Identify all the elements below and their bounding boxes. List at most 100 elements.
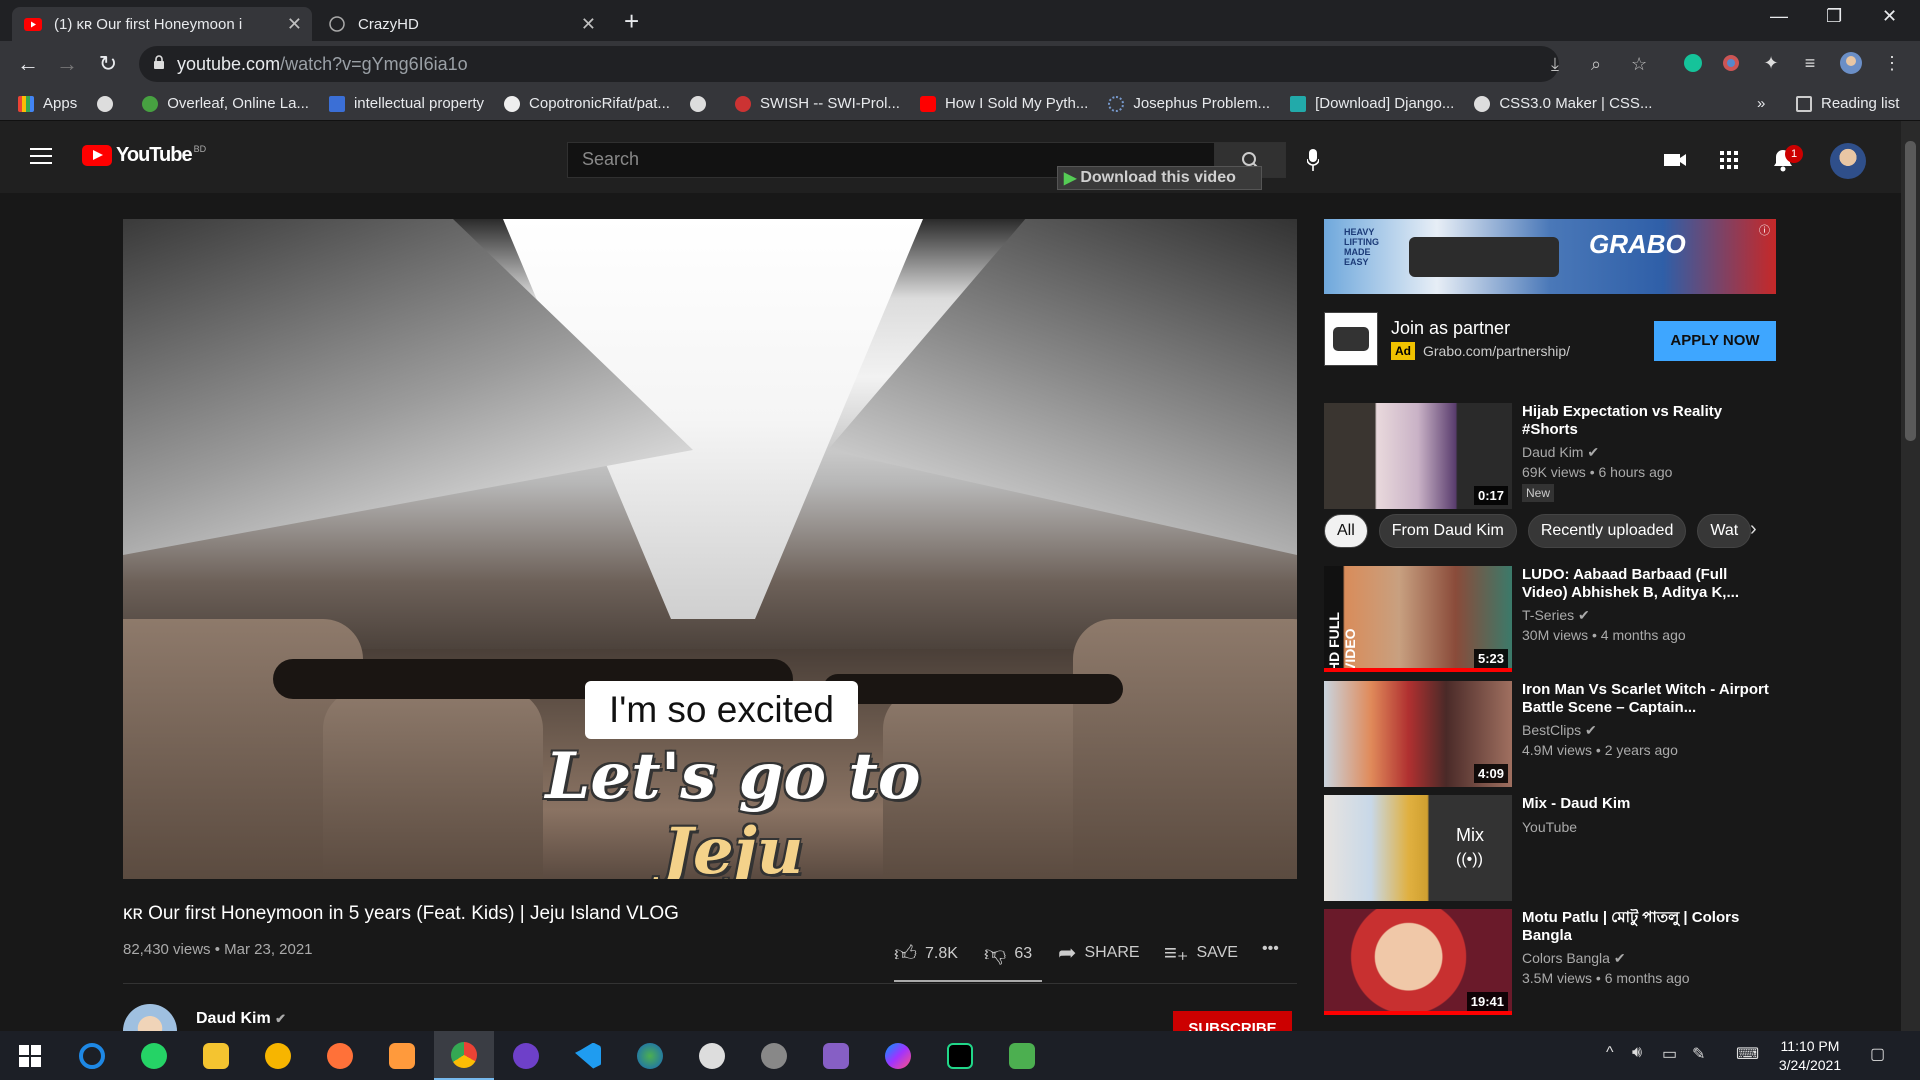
taskbar-app[interactable] [744, 1031, 804, 1080]
taskbar-app[interactable] [248, 1031, 308, 1080]
more-actions-button[interactable]: ••• [1262, 940, 1279, 958]
pen-icon[interactable]: ✎ [1692, 1044, 1705, 1064]
like-button[interactable]: 👍︎ 7.8K [894, 940, 958, 967]
tab-youtube[interactable]: (1) ᴋʀ Our first Honeymoon i ✕ [12, 7, 312, 41]
whatsapp-icon [141, 1042, 167, 1069]
taskbar-app[interactable] [372, 1031, 432, 1080]
zoom-icon[interactable]: ⌕ [1591, 54, 1601, 75]
chip-from-daud-kim[interactable]: From Daud Kim [1378, 514, 1517, 548]
extension-icon[interactable] [1719, 51, 1743, 75]
system-clock[interactable]: 11:10 PM 3/24/2021 [1770, 1037, 1850, 1075]
globe-icon [1474, 95, 1491, 112]
menu-icon[interactable] [30, 148, 52, 169]
globe-icon [328, 15, 346, 33]
ad-banner-image[interactable]: HEAVY LIFTING MADE EASY GRABO ⓘ [1324, 219, 1776, 294]
download-video-button[interactable]: ▶ Download this video [1057, 166, 1262, 190]
grammarly-extension-icon[interactable] [1681, 51, 1705, 75]
bookmark-intellectual-property[interactable]: intellectual property [328, 95, 484, 112]
page-scrollbar[interactable] [1901, 121, 1920, 1031]
video-player[interactable]: I'm so excited Let's go to Jeju [123, 219, 1297, 879]
network-icon[interactable]: ▭ [1662, 1044, 1677, 1064]
taskbar-app[interactable] [868, 1031, 928, 1080]
address-bar[interactable]: youtube.com/watch?v=gYmg6I6ia1o ⤓ ⌕ ☆ [139, 46, 1647, 82]
ad-url: Grabo.com/partnership/ [1423, 343, 1571, 359]
taskbar-app[interactable] [930, 1031, 990, 1080]
close-tab-icon[interactable]: ✕ [287, 14, 302, 35]
taskbar-app[interactable] [620, 1031, 680, 1080]
taskbar-app[interactable] [558, 1031, 618, 1080]
volume-icon[interactable]: 🔊︎ [1632, 1044, 1642, 1062]
tab-crazyhd[interactable]: CrazyHD ✕ [316, 7, 606, 41]
taskbar-app-chrome[interactable] [434, 1031, 494, 1080]
show-hidden-icons-icon[interactable]: ^ [1606, 1044, 1614, 1062]
new-tab-icon[interactable]: + [624, 6, 639, 37]
notification-center-icon[interactable]: ▢ [1870, 1044, 1885, 1064]
globe-icon [689, 95, 706, 112]
bookmark-star-icon[interactable]: ☆ [1631, 54, 1647, 75]
back-icon[interactable]: ← [14, 51, 42, 77]
chevron-right-icon[interactable]: › [1750, 518, 1757, 541]
bookmark-globe-2[interactable] [689, 95, 715, 112]
start-button[interactable] [0, 1031, 60, 1080]
bookmark-josephus[interactable]: Josephus Problem... [1108, 95, 1270, 112]
reload-icon[interactable]: ↻ [94, 51, 122, 77]
apps-grid-icon[interactable] [1716, 147, 1742, 173]
pycharm-icon [947, 1042, 973, 1069]
bookmark-globe[interactable] [97, 95, 122, 112]
share-button[interactable]: ➦ SHARE [1058, 940, 1140, 966]
recommended-video[interactable]: 4:09 Iron Man Vs Scarlet Witch - Airport… [1324, 681, 1776, 787]
dislike-button[interactable]: 👎︎ 63 [984, 940, 1032, 967]
profile-avatar-icon[interactable] [1839, 51, 1863, 75]
recommended-channel: Colors Bangla ✔ [1522, 950, 1626, 966]
bookmarks-overflow-icon[interactable]: » [1757, 95, 1765, 112]
watched-progress-bar [1324, 668, 1512, 672]
ad-thumbnail [1324, 312, 1378, 366]
minimize-icon[interactable]: — [1770, 6, 1788, 27]
taskbar-app[interactable] [62, 1031, 122, 1080]
bookmark-swish[interactable]: SWISH -- SWI-Prol... [734, 95, 900, 112]
close-tab-icon[interactable]: ✕ [581, 14, 596, 35]
bookmark-youtube[interactable]: How I Sold My Pyth... [919, 95, 1088, 112]
bookmark-overleaf[interactable]: Overleaf, Online La... [142, 95, 309, 112]
extensions-puzzle-icon[interactable]: ✦ [1759, 51, 1783, 75]
chip-all[interactable]: All [1324, 514, 1368, 548]
youtube-logo[interactable]: YouTube BD [82, 144, 206, 167]
ad-card[interactable]: Join as partner Ad Grabo.com/partnership… [1324, 312, 1776, 368]
install-app-icon[interactable]: ⤓ [1551, 54, 1559, 75]
taskbar-app[interactable] [496, 1031, 556, 1080]
account-avatar[interactable] [1830, 143, 1866, 179]
keyboard-icon[interactable]: ⌨ [1736, 1044, 1759, 1064]
recommended-video[interactable]: 0:17 Hijab Expectation vs Reality #Short… [1324, 403, 1776, 509]
browser-toolbar: ← → ↻ youtube.com/watch?v=gYmg6I6ia1o ⤓ … [0, 41, 1920, 87]
browser-menu-icon[interactable]: ⋮ [1880, 51, 1904, 75]
taskbar-app[interactable] [992, 1031, 1052, 1080]
bookmark-apps[interactable]: Apps [18, 95, 77, 112]
ad-info-icon[interactable]: ⓘ [1759, 222, 1770, 238]
taskbar-app[interactable] [682, 1031, 742, 1080]
chip-watched[interactable]: Wat [1697, 514, 1752, 548]
save-button[interactable]: ≡₊ SAVE [1164, 940, 1238, 966]
recommended-mix[interactable]: Mix ((•)) Mix - Daud Kim YouTube [1324, 795, 1776, 901]
channel-name[interactable]: Daud Kim ✔ [196, 1010, 286, 1028]
taskbar-app[interactable] [806, 1031, 866, 1080]
forward-icon[interactable]: → [53, 51, 81, 77]
restore-icon[interactable]: ❐ [1826, 6, 1842, 27]
bookmark-django[interactable]: [Download] Django... [1290, 95, 1454, 112]
taskbar-app[interactable] [186, 1031, 246, 1080]
recommended-video[interactable]: HD FULL VIDEO 5:23 LUDO: Aabaad Barbaad … [1324, 566, 1776, 672]
create-video-icon[interactable] [1662, 147, 1688, 173]
notification-count-badge: 1 [1785, 145, 1803, 163]
apply-now-button[interactable]: APPLY NOW [1654, 321, 1776, 361]
taskbar-app[interactable] [310, 1031, 370, 1080]
media-queue-icon[interactable]: ≡ [1798, 51, 1822, 75]
taskbar-app[interactable] [124, 1031, 184, 1080]
bookmark-github[interactable]: CopotronicRifat/pat... [504, 95, 670, 112]
scrollbar-thumb[interactable] [1905, 141, 1916, 441]
window-close-icon[interactable]: ✕ [1882, 6, 1897, 27]
chip-recently-uploaded[interactable]: Recently uploaded [1527, 514, 1687, 548]
bookmark-css-maker[interactable]: CSS3.0 Maker | CSS... [1474, 95, 1652, 112]
recommended-video[interactable]: 19:41 Motu Patlu | মোটু পাতলু | Colors B… [1324, 909, 1776, 1015]
reading-list-button[interactable]: Reading list [1796, 95, 1899, 112]
file-explorer-icon [203, 1042, 229, 1069]
microphone-icon[interactable] [1307, 149, 1319, 171]
